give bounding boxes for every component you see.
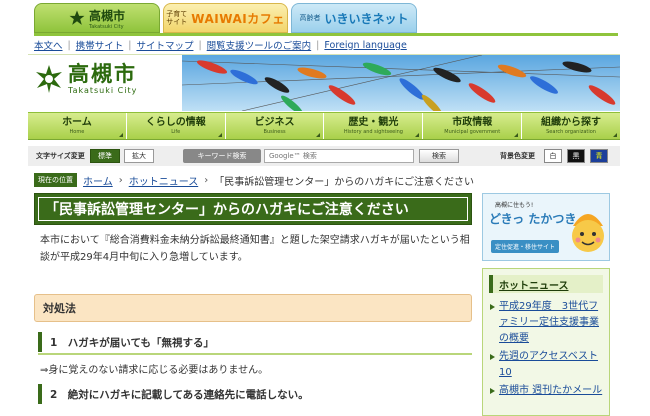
hot-news-link[interactable]: 平成29年度 3世代ファミリー定住支援事業の概要 xyxy=(499,301,599,344)
nav-label: 組織から探す xyxy=(541,116,602,128)
banner-tag: 定住促進・移住サイト xyxy=(491,240,560,253)
font-standard-button[interactable]: 標準 xyxy=(90,149,120,163)
separator: | xyxy=(67,39,71,51)
link-mobile-site[interactable]: 携帯サイト xyxy=(76,38,124,52)
nav-label-en: Business xyxy=(263,128,286,135)
portal-tab-takatsuki[interactable]: 高槻市 Takatsuki City xyxy=(34,3,160,33)
portal-tab-title: WAIWAIカフェ xyxy=(191,11,285,26)
utility-links: 本文へ | 携帯サイト | サイトマップ | 閲覧支援ツールのご案内 | Foreign… xyxy=(34,38,407,53)
search-button[interactable]: 検索 xyxy=(419,149,459,163)
portal-tab-small: サイト xyxy=(166,18,188,26)
separator: | xyxy=(128,39,132,51)
link-skip-to-content[interactable]: 本文へ xyxy=(34,38,63,52)
breadcrumb-hotnews-link[interactable]: ホットニュース xyxy=(129,173,199,188)
corner-arrow-icon xyxy=(316,133,321,137)
section-heading: 対処法 xyxy=(34,294,472,322)
corner-arrow-icon xyxy=(514,133,519,137)
banner-title: どきっ たかつき xyxy=(489,212,577,226)
portal-tab-small: 高齢者 xyxy=(299,14,321,22)
logo-name-en: Takatsuki City xyxy=(68,86,138,95)
hot-news-heading[interactable]: ホットニュース xyxy=(489,275,603,293)
nav-municipal-government[interactable]: 市政情報 Municipal government xyxy=(423,113,523,139)
nav-search-organization[interactable]: 組織から探す Search organization xyxy=(522,113,620,139)
nav-label: 歴史・観光 xyxy=(348,116,399,128)
nav-history-sightseeing[interactable]: 歴史・観光 History and sightseeing xyxy=(324,113,424,139)
nav-label-en: Life xyxy=(171,128,181,135)
mascot-character-icon xyxy=(572,214,604,252)
portal-tab-ikiiki-net[interactable]: 高齢者 いきいきネット xyxy=(291,3,417,33)
hot-news-box: ホットニュース 平成29年度 3世代ファミリー定住支援事業の概要 先週のアクセス… xyxy=(482,268,610,416)
portal-divider xyxy=(34,33,618,36)
hot-news-list: 平成29年度 3世代ファミリー定住支援事業の概要 先週のアクセスベスト10 高槻… xyxy=(489,299,607,401)
nav-label: ホーム xyxy=(62,116,92,128)
nav-home[interactable]: ホーム Home xyxy=(28,113,127,139)
tool-bar: 文字サイズ変更 標準 拡大 キーワード検索 検索 背景色変更 白 黒 青 xyxy=(28,146,620,166)
separator: | xyxy=(316,39,320,51)
portal-tab-waiwai-cafe[interactable]: 子育て サイト WAIWAIカフェ xyxy=(163,3,288,33)
portal-tab-small: 子育て xyxy=(166,10,188,18)
link-sitemap[interactable]: サイトマップ xyxy=(136,38,193,52)
bg-color-label: 背景色変更 xyxy=(500,152,535,160)
nav-label: くらしの情報 xyxy=(145,116,206,128)
banner-caption: 高槻に住もう! xyxy=(495,202,534,209)
nav-label-en: Municipal government xyxy=(444,128,501,135)
breadcrumb-home-link[interactable]: ホーム xyxy=(83,173,113,188)
list-item: 平成29年度 3世代ファミリー定住支援事業の概要 xyxy=(489,299,607,347)
step-1-heading: 1 ハガキが届いても「無視する」 xyxy=(38,332,472,352)
step-2-heading: 2 絶対にハガキに記載してある連絡先に電話しない。 xyxy=(38,384,472,404)
search-input[interactable] xyxy=(264,149,414,163)
global-nav: ホーム Home くらしの情報 Life ビジネス Business 歴史・観光… xyxy=(28,112,620,140)
font-enlarge-button[interactable]: 拡大 xyxy=(124,149,154,163)
chevron-right-icon: › xyxy=(204,174,209,186)
portal-tabs: 高槻市 Takatsuki City 子育て サイト WAIWAIカフェ 高齢者… xyxy=(0,0,650,36)
heading-underline xyxy=(38,353,472,355)
step-1-text: ⇒身に覚えのない請求に応じる必要はありません。 xyxy=(40,365,269,376)
page-title-frame: 「民事訴訟管理センター」からのハガキにご注意ください xyxy=(38,197,468,221)
page-title-text: 「民事訴訟管理センター」からのハガキにご注意ください xyxy=(45,202,409,218)
city-emblem-icon xyxy=(36,64,62,93)
breadcrumb-current: 「民事訴訟管理センター」からのハガキにご注意ください xyxy=(214,176,475,188)
portal-tab-title: いきいきネット xyxy=(324,11,409,26)
city-emblem-icon xyxy=(69,10,85,25)
corner-arrow-icon xyxy=(217,133,222,137)
nav-label-en: Search organization xyxy=(546,128,596,135)
corner-arrow-icon xyxy=(415,133,420,137)
corner-arrow-icon xyxy=(118,133,123,137)
keyword-search-label: キーワード検索 xyxy=(183,149,261,163)
list-item: 高槻市 週刊たかメール xyxy=(489,383,607,399)
portal-tab-subtitle: Takatsuki City xyxy=(88,23,124,30)
nav-label-en: History and sightseeing xyxy=(343,128,403,135)
site-logo[interactable]: 高槻市 Takatsuki City xyxy=(34,62,137,95)
relocation-site-banner[interactable]: 高槻に住もう! どきっ たかつき 定住促進・移住サイト xyxy=(482,193,610,261)
breadcrumb: 現在の位置 ホーム › ホットニュース › 「民事訴訟管理センター」からのハガキ… xyxy=(34,173,475,188)
portal-tab-title: 高槻市 xyxy=(88,8,125,23)
nav-label-en: Home xyxy=(69,128,85,135)
list-item: 先週のアクセスベスト10 xyxy=(489,349,607,381)
nav-life[interactable]: くらしの情報 Life xyxy=(127,113,226,139)
link-foreign-language[interactable]: Foreign language xyxy=(324,40,406,51)
bg-black-button[interactable]: 黒 xyxy=(567,149,585,163)
header-banner-koinobori xyxy=(182,55,620,111)
link-accessibility-tools[interactable]: 閲覧支援ツールのご案内 xyxy=(207,38,312,52)
bg-blue-button[interactable]: 青 xyxy=(590,149,608,163)
breadcrumb-now-label: 現在の位置 xyxy=(34,173,77,187)
koinobori-image xyxy=(182,55,620,111)
nav-label: 市政情報 xyxy=(452,116,493,128)
bg-white-button[interactable]: 白 xyxy=(544,149,562,163)
hot-news-link[interactable]: 高槻市 週刊たかメール xyxy=(499,385,602,396)
logo-name: 高槻市 xyxy=(68,62,137,86)
intro-paragraph: 本市において『総合消費料金未納分訴訟最終通知書』と題した架空請求ハガキが届いたと… xyxy=(40,235,470,263)
font-size-label: 文字サイズ変更 xyxy=(36,152,85,160)
nav-label: ビジネス xyxy=(254,116,295,128)
chevron-right-icon: › xyxy=(118,174,123,186)
hot-news-link[interactable]: 先週のアクセスベスト10 xyxy=(499,351,598,378)
nav-business[interactable]: ビジネス Business xyxy=(226,113,325,139)
corner-arrow-icon xyxy=(612,133,617,137)
page-title: 「民事訴訟管理センター」からのハガキにご注意ください xyxy=(34,193,472,225)
separator: | xyxy=(198,39,202,51)
